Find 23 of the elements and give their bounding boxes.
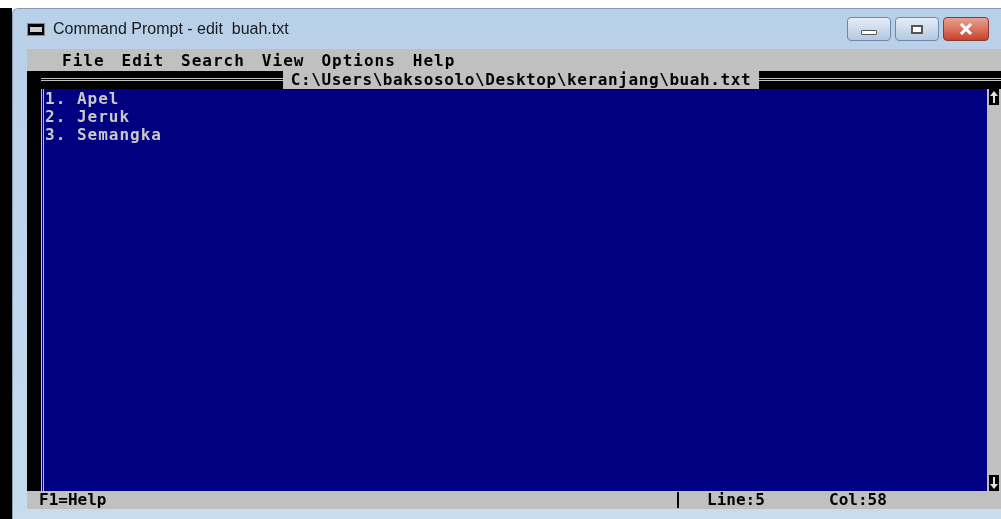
file-path: C:\Users\baksosolo\Desktop\keranjang\buah.txt	[282, 71, 760, 89]
menu-item[interactable]: Options	[321, 51, 396, 71]
window-title: Command Prompt - edit buah.txt	[53, 19, 289, 39]
close-icon	[959, 23, 973, 35]
scrollbar[interactable]	[987, 89, 1001, 491]
line-indicator: Line:5	[707, 491, 766, 509]
text-line: 3. Semangka	[45, 126, 163, 144]
menu-item[interactable]: View	[261, 51, 305, 71]
text-line: 2. Jeruk	[45, 108, 132, 126]
text-line: 1. Apel	[45, 90, 121, 108]
editor-area[interactable]: 1. Apel 2. Jeruk 3. Semangka	[41, 89, 987, 491]
minimize-button[interactable]	[847, 17, 891, 41]
menu-item[interactable]: Search	[181, 51, 245, 71]
column-indicator: Col:58	[829, 491, 887, 509]
help-hint: F1=Help	[39, 491, 108, 509]
console-app-icon	[27, 22, 45, 36]
close-button[interactable]	[943, 17, 989, 41]
menu-item[interactable]: Edit	[121, 51, 165, 71]
maximize-button[interactable]	[895, 17, 939, 41]
menu-item[interactable]: Help	[412, 51, 456, 71]
scroll-down-arrow-icon[interactable]	[989, 475, 999, 491]
menu-item[interactable]: File	[62, 51, 105, 71]
scroll-up-arrow-icon[interactable]	[989, 89, 999, 105]
